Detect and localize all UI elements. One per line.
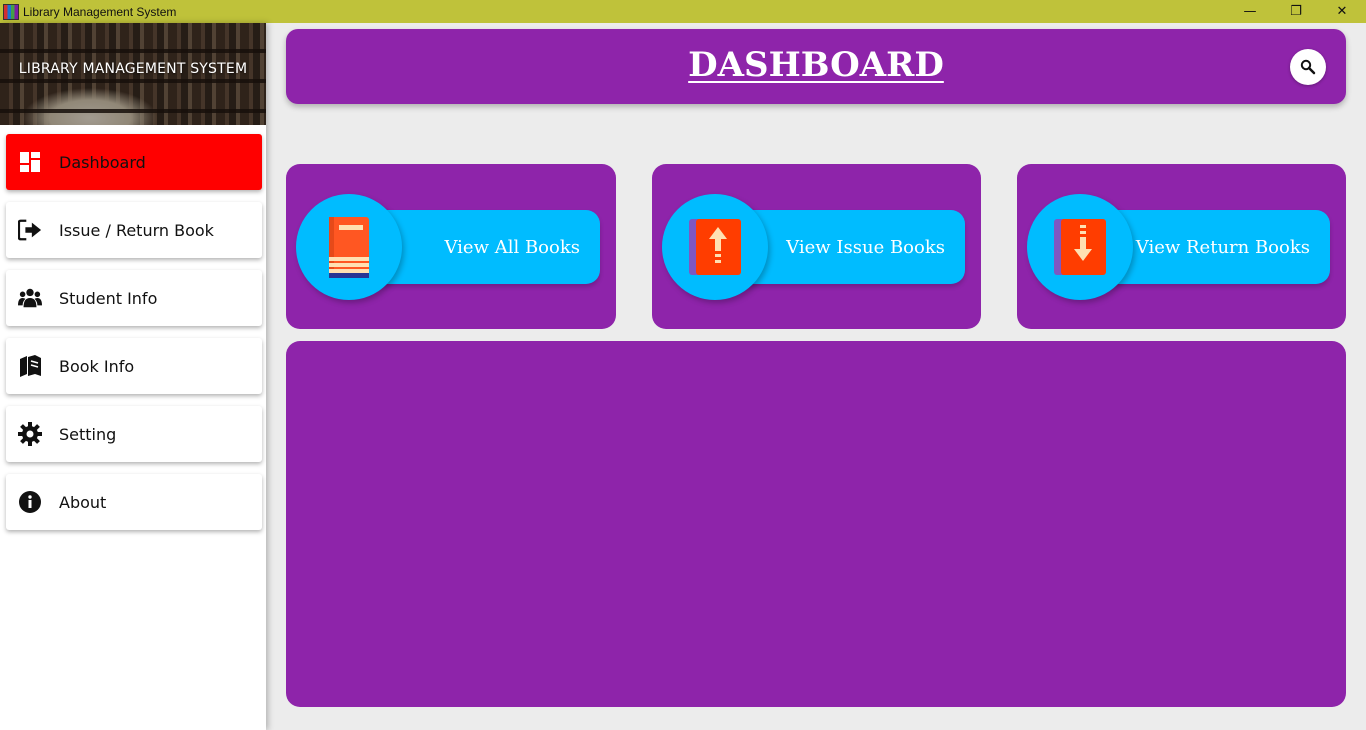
users-icon [18, 286, 42, 310]
sidebar-item-book-info[interactable]: Book Info [6, 338, 262, 394]
card-icon-circle[interactable] [296, 194, 402, 300]
books-icon [18, 354, 42, 378]
card-label: View Issue Books [786, 236, 945, 258]
sidebar: LIBRARY MANAGEMENT SYSTEM Dashboard Issu… [0, 23, 266, 730]
sidebar-item-dashboard[interactable]: Dashboard [6, 134, 262, 190]
sidebar-item-label: Book Info [59, 356, 135, 376]
sidebar-item-label: Dashboard [59, 152, 146, 172]
content-panel [286, 341, 1346, 707]
card-icon-circle[interactable] [662, 194, 768, 300]
card-label: View Return Books [1135, 236, 1310, 258]
sidebar-item-setting[interactable]: Setting [6, 406, 262, 462]
search-button[interactable] [1290, 49, 1326, 85]
sidebar-item-about[interactable]: About [6, 474, 262, 530]
page-title: DASHBOARD [688, 45, 944, 85]
close-button[interactable]: ✕ [1319, 0, 1365, 23]
window-title: Library Management System [23, 4, 177, 19]
card-label: View All Books [444, 236, 580, 258]
sidebar-item-issue-return[interactable]: Issue / Return Book [6, 202, 262, 258]
sidebar-item-label: Setting [59, 424, 117, 444]
sidebar-banner: LIBRARY MANAGEMENT SYSTEM [0, 23, 266, 125]
book-upload-icon [689, 219, 741, 275]
maximize-button[interactable]: ❐ [1273, 0, 1319, 23]
card-icon-circle[interactable] [1027, 194, 1133, 300]
dashboard-icon [18, 150, 42, 174]
card-view-return-books: View Return Books [1017, 164, 1346, 329]
sidebar-item-label: About [59, 492, 107, 512]
sidebar-item-label: Issue / Return Book [59, 220, 214, 240]
book-download-icon [1054, 219, 1106, 275]
window-titlebar: Library Management System — ❐ ✕ [0, 0, 1366, 23]
banner-title: LIBRARY MANAGEMENT SYSTEM [18, 61, 248, 77]
info-icon [18, 490, 42, 514]
card-view-all-books: View All Books [286, 164, 616, 329]
gear-icon [18, 422, 42, 446]
sign-out-icon [18, 218, 42, 242]
book-icon [329, 217, 369, 278]
app-icon [3, 3, 19, 20]
sidebar-item-student-info[interactable]: Student Info [6, 270, 262, 326]
dashboard-header: DASHBOARD [286, 29, 1346, 104]
card-view-issue-books: View Issue Books [652, 164, 981, 329]
search-icon [1300, 59, 1316, 75]
sidebar-item-label: Student Info [59, 288, 158, 308]
minimize-button[interactable]: — [1227, 0, 1273, 23]
